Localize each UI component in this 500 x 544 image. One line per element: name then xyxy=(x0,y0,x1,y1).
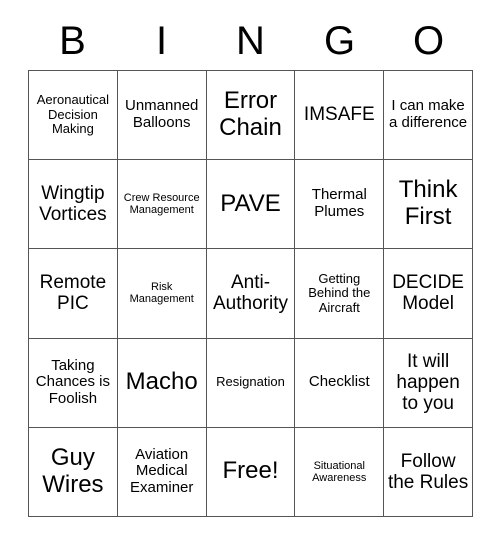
bingo-cell-label: Follow the Rules xyxy=(387,450,469,493)
bingo-header: B I N G O xyxy=(28,14,473,68)
bingo-cell[interactable]: Anti-Authority xyxy=(206,249,296,339)
bingo-cell-label: DECIDE Model xyxy=(392,272,464,315)
bingo-cell-label: Unmanned Balloons xyxy=(125,97,199,132)
bingo-header-letter-n: N xyxy=(236,19,265,63)
bingo-cell[interactable]: Crew Resource Management xyxy=(117,160,207,250)
bingo-cell[interactable]: I can make a difference xyxy=(384,71,473,161)
bingo-cell[interactable]: DECIDE Model xyxy=(384,249,473,339)
bingo-cell[interactable]: Unmanned Balloons xyxy=(117,71,207,161)
bingo-cell-label: Guy Wires xyxy=(42,444,104,498)
bingo-cell-label: I can make a difference xyxy=(389,97,468,132)
bingo-cell[interactable]: Remote PIC xyxy=(29,249,118,339)
bingo-cell-label: Crew Resource Management xyxy=(123,191,200,217)
bingo-cell-label: Error Chain xyxy=(219,87,282,142)
bingo-cell-label: Remote PIC xyxy=(39,272,107,315)
bingo-cell-label: It will happen to you xyxy=(396,350,460,415)
bingo-cell-label: Thermal Plumes xyxy=(311,186,367,221)
bingo-cell-label: Aeronautical Decision Making xyxy=(36,92,110,137)
bingo-cell[interactable]: Think First xyxy=(384,160,473,250)
bingo-grid: Aeronautical Decision Making Unmanned Ba… xyxy=(28,70,473,517)
bingo-cell-label: Wingtip Vortices xyxy=(39,183,107,226)
bingo-cell-label: Anti-Authority xyxy=(213,272,288,315)
bingo-cell[interactable]: Getting Behind the Aircraft xyxy=(295,249,385,339)
bingo-cell[interactable]: Risk Management xyxy=(117,249,207,339)
bingo-header-letter-b: B xyxy=(59,19,86,63)
bingo-cell-label: IMSAFE xyxy=(303,104,375,126)
bingo-cell[interactable]: Thermal Plumes xyxy=(295,160,385,250)
bingo-cell-label: Resignation xyxy=(216,374,285,390)
bingo-cell[interactable]: Guy Wires xyxy=(29,427,118,517)
bingo-cell-label: Getting Behind the Aircraft xyxy=(308,270,371,315)
bingo-cell-label: Taking Chances is Foolish xyxy=(35,356,110,408)
bingo-cell-label: Aviation Medical Examiner xyxy=(130,445,194,497)
bingo-cell[interactable]: Resignation xyxy=(206,338,296,428)
bingo-cell-free[interactable]: Free! xyxy=(206,427,296,517)
bingo-cell[interactable]: Situational Awareness xyxy=(295,427,385,517)
bingo-cell[interactable]: Follow the Rules xyxy=(384,427,473,517)
bingo-cell[interactable]: Aeronautical Decision Making xyxy=(29,71,118,161)
bingo-cell[interactable]: Macho xyxy=(117,338,207,428)
bingo-cell-label: PAVE xyxy=(220,189,281,217)
bingo-card: B I N G O Aeronautical Decision Making U… xyxy=(0,0,500,544)
bingo-cell-label: Situational Awareness xyxy=(312,459,367,484)
bingo-cell[interactable]: IMSAFE xyxy=(295,71,385,161)
bingo-cell-label: Checklist xyxy=(308,373,370,391)
bingo-header-letter-i: I xyxy=(155,19,168,63)
bingo-cell[interactable]: Taking Chances is Foolish xyxy=(29,338,118,428)
bingo-cell-label: Risk Management xyxy=(129,281,194,306)
bingo-cell[interactable]: Error Chain xyxy=(206,71,296,161)
bingo-cell[interactable]: PAVE xyxy=(206,160,296,250)
bingo-cell[interactable]: Wingtip Vortices xyxy=(29,160,118,250)
bingo-cell-label: Free! xyxy=(222,457,279,485)
bingo-cell[interactable]: It will happen to you xyxy=(384,338,473,428)
bingo-cell-label: Macho xyxy=(125,368,198,396)
bingo-cell[interactable]: Aviation Medical Examiner xyxy=(117,427,207,517)
bingo-header-letter-o: O xyxy=(412,19,445,63)
bingo-cell[interactable]: Checklist xyxy=(295,338,385,428)
bingo-header-letter-g: G xyxy=(323,19,356,63)
bingo-cell-label: Think First xyxy=(398,176,458,231)
